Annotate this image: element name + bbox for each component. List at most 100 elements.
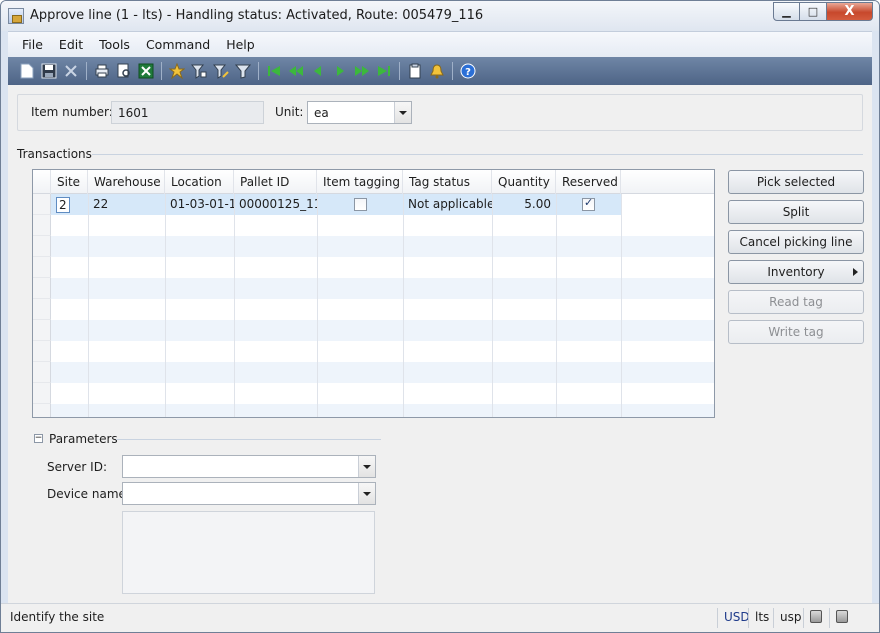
device-info-panel xyxy=(122,511,375,594)
menu-tools[interactable]: Tools xyxy=(91,37,138,52)
section-divider xyxy=(116,439,381,440)
empty-row xyxy=(33,236,714,257)
device-name-dropdown-arrow[interactable] xyxy=(358,483,375,504)
minimize-button[interactable]: ▁ xyxy=(773,2,800,21)
toolbar-separator xyxy=(399,62,400,80)
database-icon[interactable] xyxy=(810,610,822,623)
advanced-filter-icon[interactable] xyxy=(210,60,232,82)
filter-by-grid-icon[interactable] xyxy=(188,60,210,82)
column-header-location[interactable]: Location xyxy=(165,170,234,194)
menu-edit[interactable]: Edit xyxy=(51,37,91,52)
site-cell-input[interactable]: 2 xyxy=(56,197,70,213)
table-row[interactable]: 2 22 01-03-01-1 00000125_114 Not applica… xyxy=(33,194,714,215)
server-id-label: Server ID: xyxy=(47,460,107,474)
last-record-icon[interactable] xyxy=(373,60,395,82)
server-id-dropdown-arrow[interactable] xyxy=(358,456,375,477)
empty-row xyxy=(33,320,714,341)
column-line xyxy=(492,194,493,417)
empty-row xyxy=(33,383,714,404)
unit-combobox[interactable]: ea xyxy=(307,101,412,124)
section-divider xyxy=(92,154,863,155)
print-icon[interactable] xyxy=(91,60,113,82)
previous-page-icon[interactable] xyxy=(285,60,307,82)
row-selector[interactable] xyxy=(33,215,51,236)
previous-record-icon[interactable] xyxy=(307,60,329,82)
column-header-quantity[interactable]: Quantity xyxy=(492,170,556,194)
menu-file[interactable]: File xyxy=(14,37,51,52)
cell-quantity[interactable]: 5.00 xyxy=(492,194,556,215)
reserved-checkbox[interactable] xyxy=(582,196,595,211)
cell-warehouse[interactable]: 22 xyxy=(88,194,165,215)
cell-tag-status[interactable]: Not applicable xyxy=(403,194,492,215)
row-selector[interactable] xyxy=(33,320,51,341)
chevron-right-icon xyxy=(853,268,858,276)
empty-row xyxy=(33,341,714,362)
column-header-warehouse[interactable]: Warehouse xyxy=(88,170,165,194)
unit-dropdown-arrow[interactable] xyxy=(394,102,411,123)
column-header-tag-status[interactable]: Tag status xyxy=(403,170,492,194)
new-icon[interactable] xyxy=(16,60,38,82)
pick-selected-button[interactable]: Pick selected xyxy=(728,170,864,194)
server-id-combobox[interactable] xyxy=(122,455,376,478)
delete-icon[interactable] xyxy=(60,60,82,82)
maximize-button[interactable]: □ xyxy=(800,2,827,21)
column-header-item-tagging[interactable]: Item tagging xyxy=(317,170,403,194)
toolbar-separator xyxy=(452,62,453,80)
next-record-icon[interactable] xyxy=(329,60,351,82)
print-preview-icon[interactable] xyxy=(113,60,135,82)
collapse-parameters-icon[interactable]: − xyxy=(34,434,43,443)
next-page-icon[interactable] xyxy=(351,60,373,82)
column-header-site[interactable]: Site xyxy=(51,170,88,194)
cell-location[interactable]: 01-03-01-1 xyxy=(165,194,234,215)
chevron-down-icon xyxy=(363,491,371,496)
item-tagging-checkbox[interactable] xyxy=(353,198,367,211)
status-company[interactable]: lts xyxy=(748,608,775,628)
svg-text:?: ? xyxy=(465,67,471,78)
row-selector[interactable] xyxy=(33,383,51,404)
cell-pallet-id[interactable]: 00000125_114 xyxy=(234,194,317,215)
close-button[interactable]: X xyxy=(827,2,873,21)
column-header-reserved[interactable]: Reserved xyxy=(556,170,621,194)
read-tag-button[interactable]: Read tag xyxy=(728,290,864,314)
row-selector[interactable] xyxy=(33,194,51,215)
row-selector[interactable] xyxy=(33,341,51,362)
session-icon[interactable] xyxy=(836,610,848,623)
first-record-icon[interactable] xyxy=(263,60,285,82)
row-selector[interactable] xyxy=(33,278,51,299)
unit-value: ea xyxy=(314,106,329,120)
window-title: Approve line (1 - lts) - Handling status… xyxy=(30,8,484,23)
device-name-combobox[interactable] xyxy=(122,482,376,505)
export-excel-icon[interactable] xyxy=(135,60,157,82)
menu-help[interactable]: Help xyxy=(218,37,263,52)
column-line xyxy=(403,194,404,417)
toolbar-separator xyxy=(86,62,87,80)
document-handling-icon[interactable] xyxy=(404,60,426,82)
empty-row xyxy=(33,404,714,417)
transactions-grid[interactable]: Site Warehouse Location Pallet ID Item t… xyxy=(32,169,715,418)
column-header-pallet-id[interactable]: Pallet ID xyxy=(234,170,317,194)
row-selector[interactable] xyxy=(33,404,51,417)
toolbar-separator xyxy=(161,62,162,80)
title-bar: Approve line (1 - lts) - Handling status… xyxy=(1,1,879,31)
filter-icon[interactable] xyxy=(232,60,254,82)
inventory-button[interactable]: Inventory xyxy=(728,260,864,284)
row-selector-header[interactable] xyxy=(33,170,51,194)
row-selector[interactable] xyxy=(33,299,51,320)
write-tag-button[interactable]: Write tag xyxy=(728,320,864,344)
row-selector[interactable] xyxy=(33,257,51,278)
menu-bar: File Edit Tools Command Help xyxy=(8,31,872,57)
cancel-picking-line-button[interactable]: Cancel picking line xyxy=(728,230,864,254)
menu-command[interactable]: Command xyxy=(138,37,218,52)
empty-row xyxy=(33,257,714,278)
filter-by-selection-icon[interactable] xyxy=(166,60,188,82)
row-selector[interactable] xyxy=(33,236,51,257)
split-button[interactable]: Split xyxy=(728,200,864,224)
alert-icon[interactable] xyxy=(426,60,448,82)
help-icon[interactable]: ? xyxy=(457,60,479,82)
cell-site[interactable]: 2 xyxy=(51,194,88,215)
unit-label: Unit: xyxy=(275,105,304,119)
row-selector[interactable] xyxy=(33,362,51,383)
toolbar: ? xyxy=(8,57,872,85)
chevron-down-icon xyxy=(399,110,407,115)
save-icon[interactable] xyxy=(38,60,60,82)
